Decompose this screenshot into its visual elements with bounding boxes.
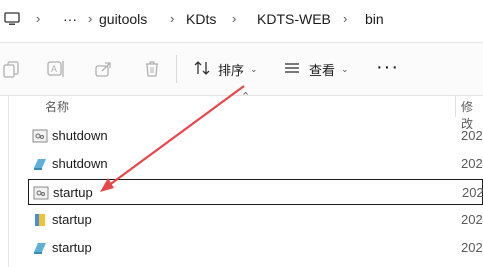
file-name: shutdown xyxy=(52,156,108,171)
address-bar: › ··· › guitools › KDts › KDTS-WEB › bin xyxy=(0,0,483,38)
file-name: startup xyxy=(53,185,93,200)
breadcrumb-separator: › xyxy=(36,11,41,26)
file-name: startup xyxy=(52,212,92,227)
sort-icon xyxy=(193,59,211,80)
file-modified: 202 xyxy=(462,185,483,200)
this-pc-icon[interactable] xyxy=(4,11,20,30)
shell-script-icon xyxy=(32,240,48,256)
view-label: 查看 xyxy=(309,62,336,78)
file-name: shutdown xyxy=(52,128,108,143)
sort-button[interactable]: 排序 ⌄ xyxy=(193,58,258,80)
breadcrumb-kdts[interactable]: KDts xyxy=(186,10,216,28)
breadcrumb-separator: › xyxy=(88,11,93,26)
file-modified: 202 xyxy=(461,128,483,143)
delete-icon[interactable] xyxy=(142,59,162,79)
breadcrumb-separator: › xyxy=(232,11,237,26)
exe-icon xyxy=(32,212,48,228)
file-modified: 202 xyxy=(461,156,483,171)
breadcrumb-overflow[interactable]: ··· xyxy=(63,10,77,28)
copy-icon[interactable] xyxy=(2,59,22,79)
file-row[interactable]: startup 202 xyxy=(28,207,483,233)
batch-file-icon xyxy=(32,128,48,144)
rename-icon[interactable]: A xyxy=(46,59,66,79)
file-modified: 202 xyxy=(461,240,483,255)
file-modified: 202 xyxy=(461,212,483,227)
more-options-button[interactable]: ··· xyxy=(376,57,399,77)
sort-ascending-icon: ⌃ xyxy=(241,91,251,103)
file-name: startup xyxy=(52,240,92,255)
column-name-header[interactable]: 名称 xyxy=(45,98,69,115)
file-row[interactable]: shutdown 202 xyxy=(28,123,483,149)
column-divider[interactable] xyxy=(455,95,456,117)
file-row-selected[interactable]: startup 202 xyxy=(28,179,483,205)
view-icon xyxy=(283,59,301,80)
column-header: ⌃ 名称 修改 xyxy=(0,91,483,131)
navigation-pane-edge xyxy=(8,95,9,267)
breadcrumb-kdts-web[interactable]: KDTS-WEB xyxy=(257,10,331,28)
command-bar: A 排序 ⌄ 查看 ⌄ ··· xyxy=(0,42,483,96)
chevron-down-icon: ⌄ xyxy=(250,63,258,74)
breadcrumb-separator: › xyxy=(170,11,175,26)
file-row[interactable]: shutdown 202 xyxy=(28,151,483,177)
breadcrumb-guitools[interactable]: guitools xyxy=(99,10,147,28)
sort-label: 排序 xyxy=(218,62,245,78)
share-icon[interactable] xyxy=(94,59,114,79)
breadcrumb-separator: › xyxy=(343,11,348,26)
file-row[interactable]: startup 202 xyxy=(28,235,483,261)
svg-text:A: A xyxy=(51,64,57,74)
chevron-down-icon: ⌄ xyxy=(341,63,349,74)
toolbar-divider xyxy=(176,55,177,83)
shell-script-icon xyxy=(32,156,48,172)
breadcrumb-bin[interactable]: bin xyxy=(365,10,384,28)
batch-file-icon xyxy=(33,185,49,201)
view-button[interactable]: 查看 ⌄ xyxy=(283,58,349,80)
